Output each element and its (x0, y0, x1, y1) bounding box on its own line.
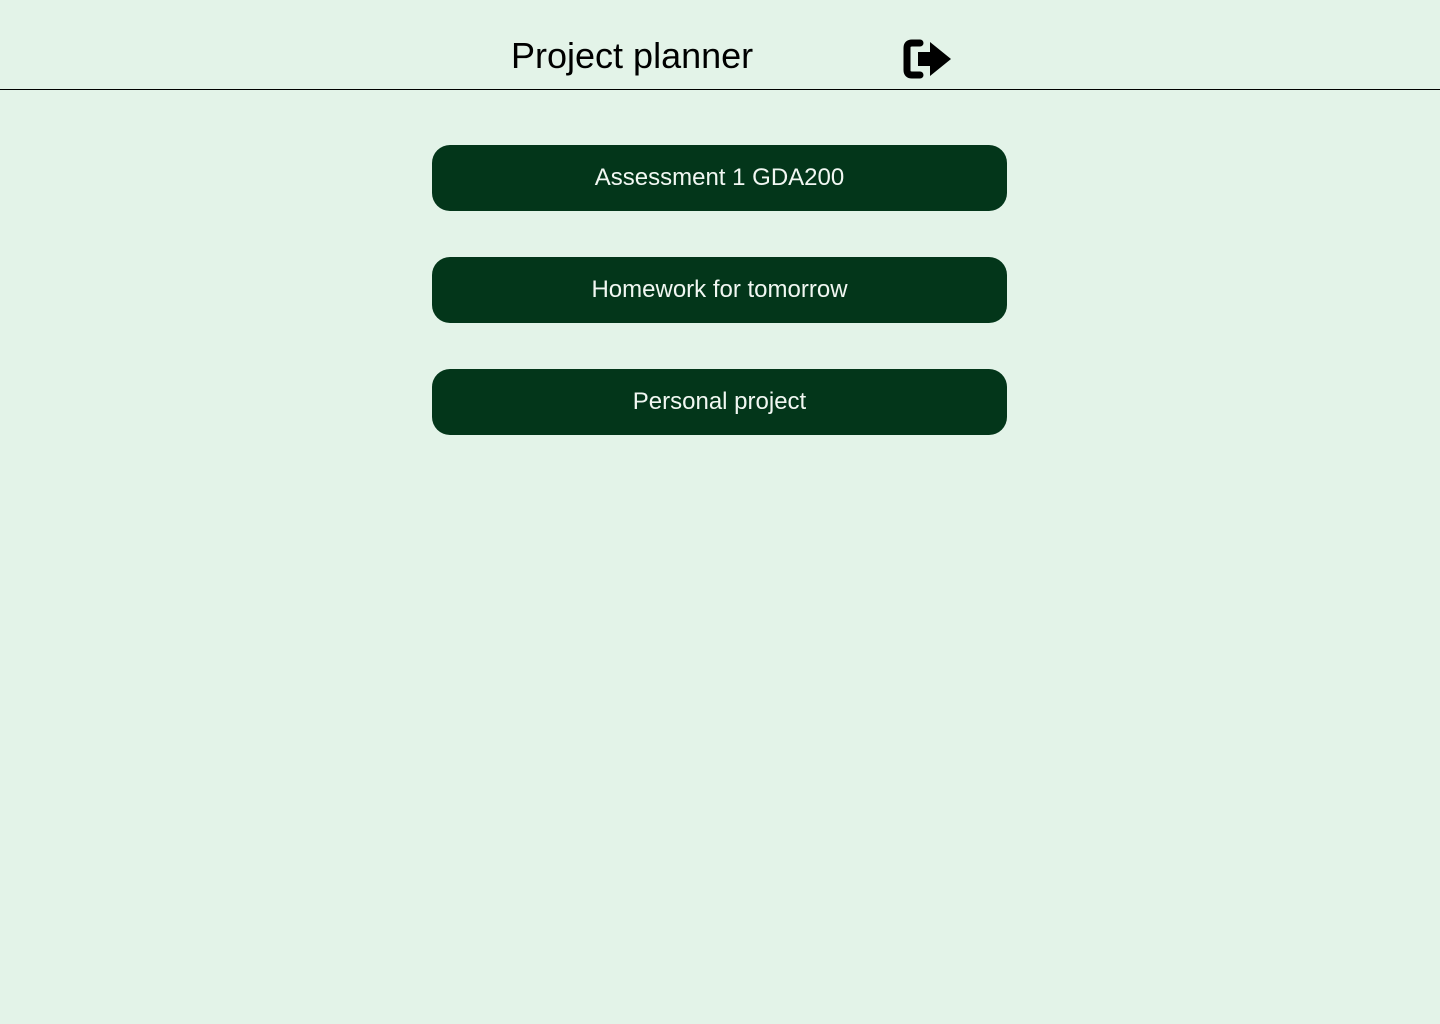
project-button-homework[interactable]: Homework for tomorrow (432, 257, 1007, 323)
project-list: Assessment 1 GDA200 Homework for tomorro… (432, 145, 1007, 481)
logout-button[interactable] (903, 34, 959, 82)
list-item: Personal project (432, 369, 1007, 435)
page-title: Project planner (511, 35, 754, 76)
app-header: Project planner (0, 0, 1440, 90)
project-button-personal[interactable]: Personal project (432, 369, 1007, 435)
list-item: Assessment 1 GDA200 (432, 145, 1007, 211)
project-button-assessment[interactable]: Assessment 1 GDA200 (432, 145, 1007, 211)
list-item: Homework for tomorrow (432, 257, 1007, 323)
logout-icon (903, 36, 959, 80)
